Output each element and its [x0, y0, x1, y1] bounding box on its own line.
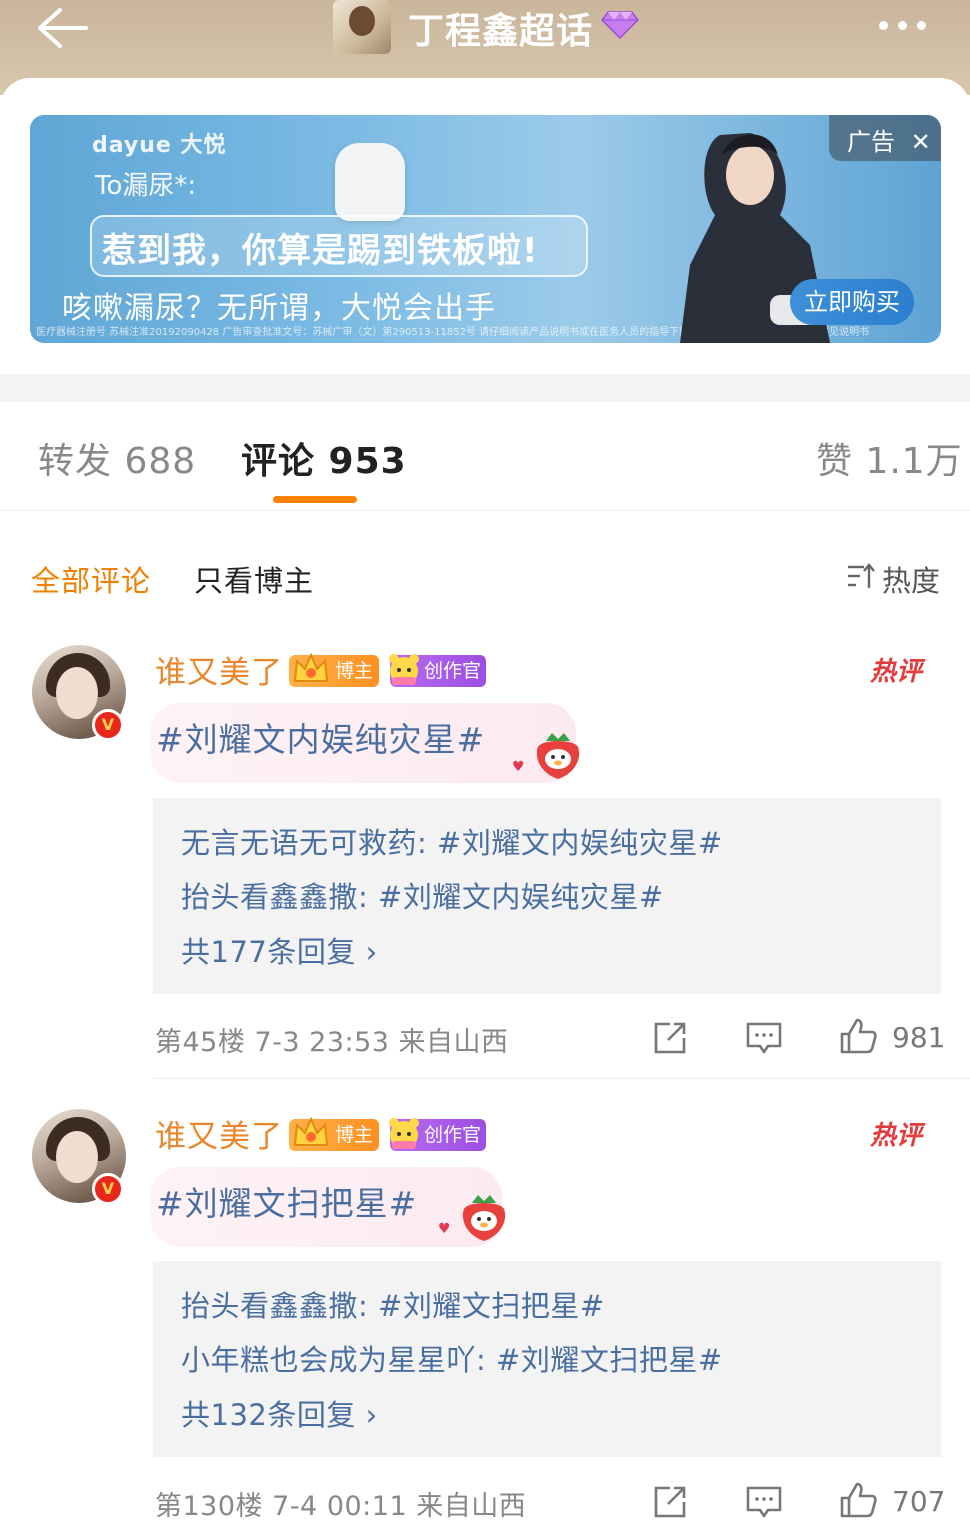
- buy-now-button[interactable]: 立即购买: [790, 279, 914, 325]
- strawberry-sticker-icon: [536, 733, 580, 779]
- crown-icon: [293, 652, 329, 682]
- comment-meta: 第45楼 7-3 23:53 来自山西: [155, 1020, 509, 1059]
- floor-number: 第130楼: [155, 1491, 264, 1522]
- reply-text: #刘耀文扫把星#: [496, 1343, 723, 1377]
- comment-location: 来自山西: [398, 1027, 509, 1058]
- ad-slogan: 咳嗽漏尿？无所谓，大悦会出手: [62, 291, 496, 326]
- comment-meta: 第130楼 7-4 00:11 来自山西: [155, 1484, 526, 1523]
- crown-icon: [293, 1116, 329, 1146]
- comment-username[interactable]: 谁又美了: [155, 1111, 283, 1156]
- comment-text[interactable]: #刘耀文扫把星#: [156, 1177, 417, 1225]
- comment-icon[interactable]: [744, 1018, 784, 1058]
- tab-reposts[interactable]: 转发 688: [38, 432, 196, 484]
- reply-preview[interactable]: 抬头看鑫鑫撒: #刘耀文扫把星# 小年糕也会成为星星吖: #刘耀文扫把星# 共1…: [153, 1261, 941, 1457]
- ad-label[interactable]: 广告 ✕: [829, 115, 941, 161]
- sort-label[interactable]: 热度: [882, 558, 940, 600]
- host-badge-label: 博主: [335, 1124, 374, 1146]
- reply-item[interactable]: 无言无语无可救药: #刘耀文内娱纯灾星#: [181, 820, 723, 862]
- ad-label-text: 广告: [847, 128, 895, 156]
- comment-item: V 谁又美了 博主 创作官 热评 #刘耀文扫把星# ♥ 抬头看鑫鑫撒: #刘耀文…: [0, 1109, 970, 1540]
- product-image: [335, 143, 405, 221]
- comment-text[interactable]: #刘耀文内娱纯灾星#: [156, 713, 485, 761]
- tab-likes[interactable]: 赞 1.1万: [816, 432, 963, 484]
- filter-all-comments[interactable]: 全部评论: [31, 558, 151, 600]
- page-title: 丁程鑫超话: [408, 11, 594, 52]
- comment-location: 来自山西: [416, 1491, 527, 1522]
- reply-colon: :: [476, 1343, 497, 1377]
- reply-item[interactable]: 抬头看鑫鑫撒: #刘耀文扫把星#: [181, 1283, 605, 1325]
- creator-badge-label: 创作官: [424, 1124, 482, 1146]
- ad-banner[interactable]: dayue 大悦 To漏尿*: 惹到我，你算是踢到铁板啦! 咳嗽漏尿？无所谓，大…: [30, 115, 941, 343]
- reply-preview[interactable]: 无言无语无可救药: #刘耀文内娱纯灾星# 抬头看鑫鑫撒: #刘耀文内娱纯灾星# …: [153, 798, 941, 994]
- comment-item: V 谁又美了 博主 创作官 热评 #刘耀文内娱纯灾星# ♥ 无言无语无可救药: …: [0, 645, 970, 1079]
- reply-colon: :: [358, 1289, 379, 1323]
- host-badge: 博主: [289, 1116, 379, 1151]
- strawberry-sticker-icon: [462, 1195, 506, 1241]
- filter-host-only[interactable]: 只看博主: [194, 558, 314, 600]
- hot-comment-tag: 热评: [870, 657, 923, 687]
- tab-comments[interactable]: 评论 953: [241, 432, 407, 484]
- back-arrow-icon[interactable]: [30, 6, 94, 50]
- view-all-replies-link[interactable]: 共177条回复 ›: [181, 929, 378, 971]
- comment-time: 7-4 00:11: [272, 1491, 408, 1522]
- ad-headline: 惹到我，你算是踢到铁板啦!: [102, 231, 539, 271]
- reply-text: #刘耀文扫把星#: [378, 1289, 605, 1323]
- divider: [153, 1078, 970, 1079]
- view-all-replies-link[interactable]: 共132条回复 ›: [181, 1392, 378, 1434]
- more-dots-icon[interactable]: [874, 14, 934, 38]
- ad-subtitle: To漏尿*:: [95, 171, 197, 201]
- reply-username[interactable]: 抬头看鑫鑫撒: [181, 1289, 358, 1323]
- reply-colon: :: [358, 880, 379, 914]
- creator-badge: 创作官: [389, 654, 486, 687]
- share-icon[interactable]: [650, 1482, 690, 1522]
- creator-badge-label: 创作官: [424, 660, 482, 682]
- host-badge-label: 博主: [335, 660, 374, 682]
- reply-text: #刘耀文内娱纯灾星#: [378, 880, 664, 914]
- comment-username[interactable]: 谁又美了: [155, 647, 283, 692]
- like-count: 707: [892, 1485, 946, 1518]
- active-tab-indicator: [273, 496, 357, 503]
- sort-icon[interactable]: [846, 562, 876, 590]
- like-icon[interactable]: [838, 1480, 878, 1520]
- heart-icon: ♥: [438, 1221, 451, 1237]
- like-count: 981: [892, 1021, 946, 1054]
- diamond-icon: [601, 11, 639, 40]
- bear-icon: [389, 654, 419, 685]
- host-badge: 博主: [289, 652, 379, 687]
- reply-item[interactable]: 抬头看鑫鑫撒: #刘耀文内娱纯灾星#: [181, 874, 664, 916]
- hot-comment-tag: 热评: [870, 1121, 923, 1151]
- verified-badge-icon: V: [92, 1173, 124, 1205]
- divider: [0, 510, 970, 511]
- share-icon[interactable]: [650, 1018, 690, 1058]
- close-icon[interactable]: ✕: [911, 128, 931, 156]
- ad-brand: dayue 大悦: [92, 133, 227, 158]
- topic-avatar[interactable]: [333, 0, 391, 54]
- reply-colon: :: [417, 826, 438, 860]
- comment-time: 7-3 23:53: [254, 1027, 390, 1058]
- like-icon[interactable]: [838, 1016, 878, 1056]
- reply-text: #刘耀文内娱纯灾星#: [437, 826, 723, 860]
- comment-icon[interactable]: [744, 1482, 784, 1522]
- section-gap: [0, 374, 970, 402]
- reply-username[interactable]: 抬头看鑫鑫撒: [181, 880, 358, 914]
- floor-number: 第45楼: [155, 1027, 246, 1058]
- verified-badge-icon: V: [92, 709, 124, 741]
- reply-item[interactable]: 小年糕也会成为星星吖: #刘耀文扫把星#: [181, 1337, 723, 1379]
- reply-username[interactable]: 小年糕也会成为星星吖: [181, 1343, 476, 1377]
- bear-icon: [389, 1118, 419, 1149]
- heart-icon: ♥: [512, 759, 525, 775]
- creator-badge: 创作官: [389, 1118, 486, 1151]
- reply-username[interactable]: 无言无语无可救药: [181, 826, 417, 860]
